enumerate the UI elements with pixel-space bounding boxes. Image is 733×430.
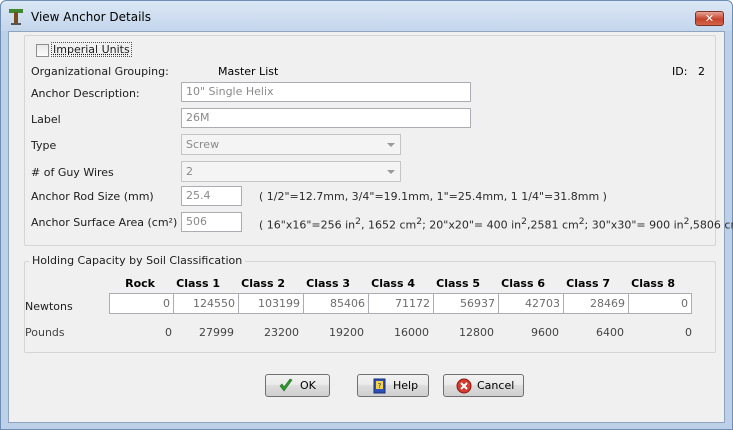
rod-size-label: Anchor Rod Size (mm)	[31, 190, 154, 203]
type-dropdown-value: Screw	[186, 138, 220, 151]
column-header-class-1: Class 1	[176, 277, 220, 290]
newtons-cell-class-8[interactable]: 0	[628, 293, 692, 314]
column-header-class-6: Class 6	[501, 277, 545, 290]
guy-wires-label: # of Guy Wires	[31, 166, 114, 179]
anchor-app-icon	[9, 9, 23, 25]
label-label: Label	[31, 113, 61, 126]
column-header-rock: Rock	[125, 277, 155, 290]
newtons-cell-class-1[interactable]: 124550	[173, 293, 239, 314]
newtons-cell-class-7[interactable]: 28469	[563, 293, 629, 314]
type-dropdown[interactable]: Screw	[181, 134, 401, 155]
guy-wires-dropdown[interactable]: 2	[181, 161, 401, 182]
imperial-units-label[interactable]: Imperial Units	[51, 42, 132, 57]
newtons-row-label: Newtons	[25, 300, 73, 313]
window-title: View Anchor Details	[31, 10, 151, 24]
pounds-row-label: Pounds	[25, 326, 65, 339]
help-book-icon: ?	[373, 378, 386, 394]
holding-capacity-title: Holding Capacity by Soil Classification	[29, 254, 246, 267]
cancel-button-label: Cancel	[477, 379, 515, 392]
newtons-cell-class-3[interactable]: 85406	[303, 293, 369, 314]
newtons-cell-class-5[interactable]: 56937	[433, 293, 499, 314]
close-button[interactable]: ✕	[695, 11, 724, 26]
anchor-description-label: Anchor Description:	[31, 87, 140, 100]
newtons-cell-class-2[interactable]: 103199	[238, 293, 304, 314]
pounds-value-class-8: 0	[685, 326, 692, 339]
svg-text:?: ?	[378, 382, 382, 390]
ok-button[interactable]: OK	[265, 374, 330, 397]
checkmark-icon	[279, 378, 293, 392]
cancel-icon	[456, 378, 472, 394]
pounds-value-rock: 0	[165, 326, 172, 339]
ok-button-label: OK	[300, 379, 316, 392]
rod-size-hint: ( 1/2"=12.7mm, 3/4"=19.1mm, 1"=25.4mm, 1…	[259, 190, 607, 203]
imperial-units-checkbox[interactable]	[36, 44, 49, 57]
rod-size-field[interactable]: 25.4	[181, 186, 242, 206]
chevron-down-icon	[387, 170, 395, 174]
org-grouping-value: Master List	[218, 65, 279, 78]
pounds-value-class-7: 6400	[596, 326, 624, 339]
column-header-class-7: Class 7	[566, 277, 610, 290]
help-button-label: Help	[393, 379, 419, 392]
help-button[interactable]: ? Help	[357, 374, 429, 397]
id-value: 2	[698, 65, 705, 78]
column-header-class-4: Class 4	[371, 277, 415, 290]
newtons-cell-class-4[interactable]: 71172	[368, 293, 434, 314]
pounds-value-class-4: 16000	[394, 326, 429, 339]
dialog-body: Imperial Units Organizational Grouping: …	[8, 31, 733, 423]
pounds-value-class-3: 19200	[329, 326, 364, 339]
newtons-cell-class-6[interactable]: 42703	[498, 293, 564, 314]
column-header-class-3: Class 3	[306, 277, 350, 290]
newtons-cell-rock[interactable]: 0	[109, 293, 174, 314]
dialog-window: View Anchor Details ✕ Imperial Units Org…	[0, 0, 733, 430]
type-label: Type	[31, 139, 57, 152]
column-header-class-5: Class 5	[436, 277, 480, 290]
cancel-button[interactable]: Cancel	[443, 374, 524, 397]
pounds-value-class-1: 27999	[199, 326, 234, 339]
anchor-description-field[interactable]: 10" Single Helix	[181, 82, 471, 102]
guy-wires-dropdown-value: 2	[186, 165, 193, 178]
surface-area-field[interactable]: 506	[181, 212, 242, 232]
pounds-value-class-5: 12800	[459, 326, 494, 339]
org-grouping-label: Organizational Grouping:	[31, 65, 169, 78]
label-field[interactable]: 26M	[181, 108, 471, 128]
id-label: ID:	[672, 65, 688, 78]
column-header-class-2: Class 2	[241, 277, 285, 290]
surface-area-label: Anchor Surface Area (cm²)	[31, 216, 178, 229]
chevron-down-icon	[387, 143, 395, 147]
pounds-value-class-2: 23200	[264, 326, 299, 339]
pounds-value-class-6: 9600	[531, 326, 559, 339]
column-header-class-8: Class 8	[631, 277, 675, 290]
title-bar[interactable]: View Anchor Details ✕	[1, 1, 732, 31]
surface-area-hint: ( 16"x16"=256 in2, 1652 cm2; 20"x20"= 40…	[259, 216, 733, 232]
